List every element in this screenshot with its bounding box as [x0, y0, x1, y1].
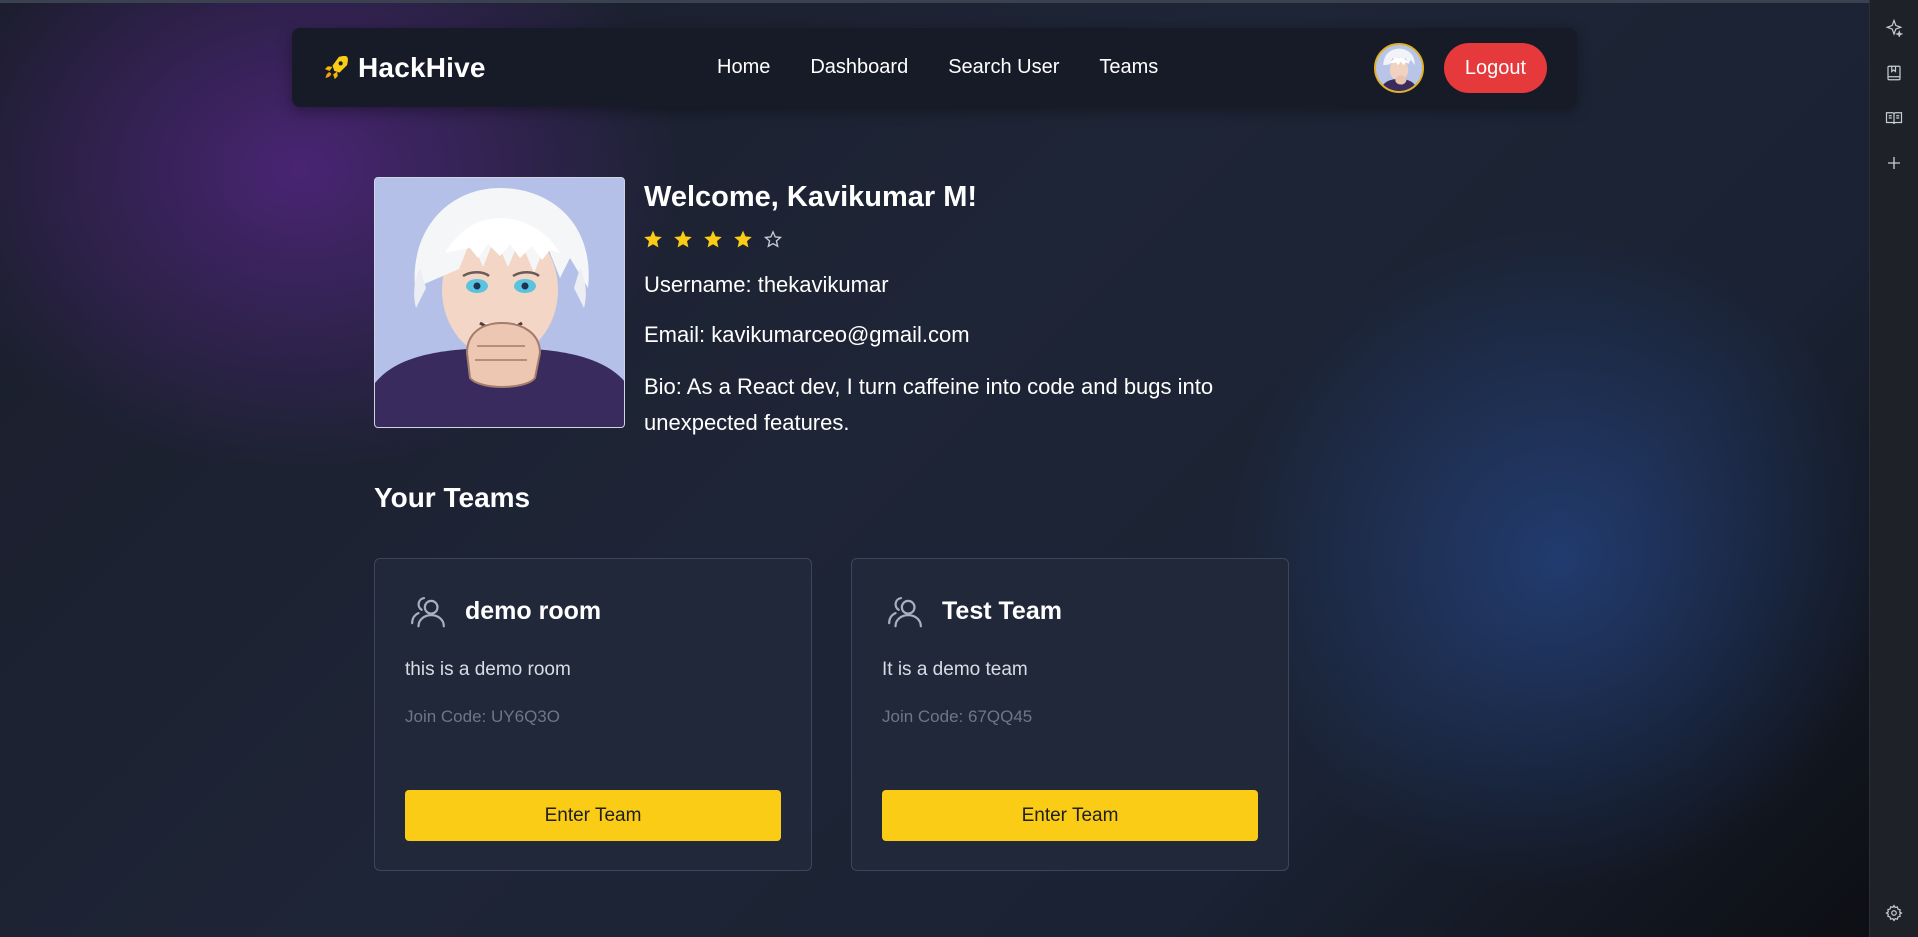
reading-list-icon[interactable]	[1882, 106, 1906, 130]
brand-name: HackHive	[358, 51, 486, 83]
rocket-icon	[324, 55, 348, 79]
team-join-code: Join Code: UY6Q3O	[405, 707, 560, 726]
nav-link-dashboard[interactable]: Dashboard	[810, 56, 908, 79]
sparkle-icon[interactable]	[1882, 16, 1906, 40]
plus-icon[interactable]	[1882, 151, 1906, 175]
nav-links: Home Dashboard Search User Teams	[717, 28, 1158, 107]
avatar-image	[1376, 45, 1422, 91]
team-name: demo room	[465, 597, 602, 625]
welcome-heading: Welcome, Kavikumar M!	[644, 181, 978, 213]
logout-button[interactable]: Logout	[1444, 43, 1547, 93]
star-empty-icon	[763, 230, 783, 248]
settings-icon[interactable]	[1882, 901, 1906, 925]
brand[interactable]: HackHive	[322, 28, 486, 107]
browser-sidebar	[1869, 0, 1918, 937]
page-background: HackHive Home Dashboard Search User Team…	[0, 0, 1869, 937]
profile-picture	[374, 177, 625, 428]
nav-link-teams[interactable]: Teams	[1099, 56, 1158, 79]
window-top-border	[0, 0, 1918, 3]
team-join-code: Join Code: 67QQ45	[882, 707, 1033, 726]
star-filled-icon	[644, 230, 662, 248]
team-description: this is a demo room	[405, 659, 571, 680]
star-filled-icon	[704, 230, 722, 248]
username-text: Username: thekavikumar	[644, 272, 889, 297]
star-filled-icon	[674, 230, 692, 248]
avatar[interactable]	[1374, 43, 1424, 93]
bookmark-icon[interactable]	[1882, 61, 1906, 85]
rating-stars	[643, 229, 783, 249]
enter-team-button[interactable]: Enter Team	[882, 790, 1258, 841]
nav-link-search-user[interactable]: Search User	[948, 56, 1059, 79]
nav-link-home[interactable]: Home	[717, 56, 770, 79]
bio-text: Bio: As a React dev, I turn caffeine int…	[644, 374, 1214, 435]
enter-team-button[interactable]: Enter Team	[405, 790, 781, 841]
navbar: HackHive Home Dashboard Search User Team…	[292, 28, 1577, 107]
star-filled-icon	[734, 230, 752, 248]
email-text: Email: kavikumarceo@gmail.com	[644, 322, 970, 347]
team-card: Test Team It is a demo team Join Code: 6…	[851, 558, 1289, 871]
users-icon	[411, 596, 445, 628]
team-description: It is a demo team	[882, 659, 1028, 680]
profile-illustration	[375, 178, 624, 427]
team-card: demo room this is a demo room Join Code:…	[374, 558, 812, 871]
users-icon	[888, 596, 922, 628]
team-name: Test Team	[942, 597, 1062, 625]
teams-heading: Your Teams	[374, 482, 531, 513]
